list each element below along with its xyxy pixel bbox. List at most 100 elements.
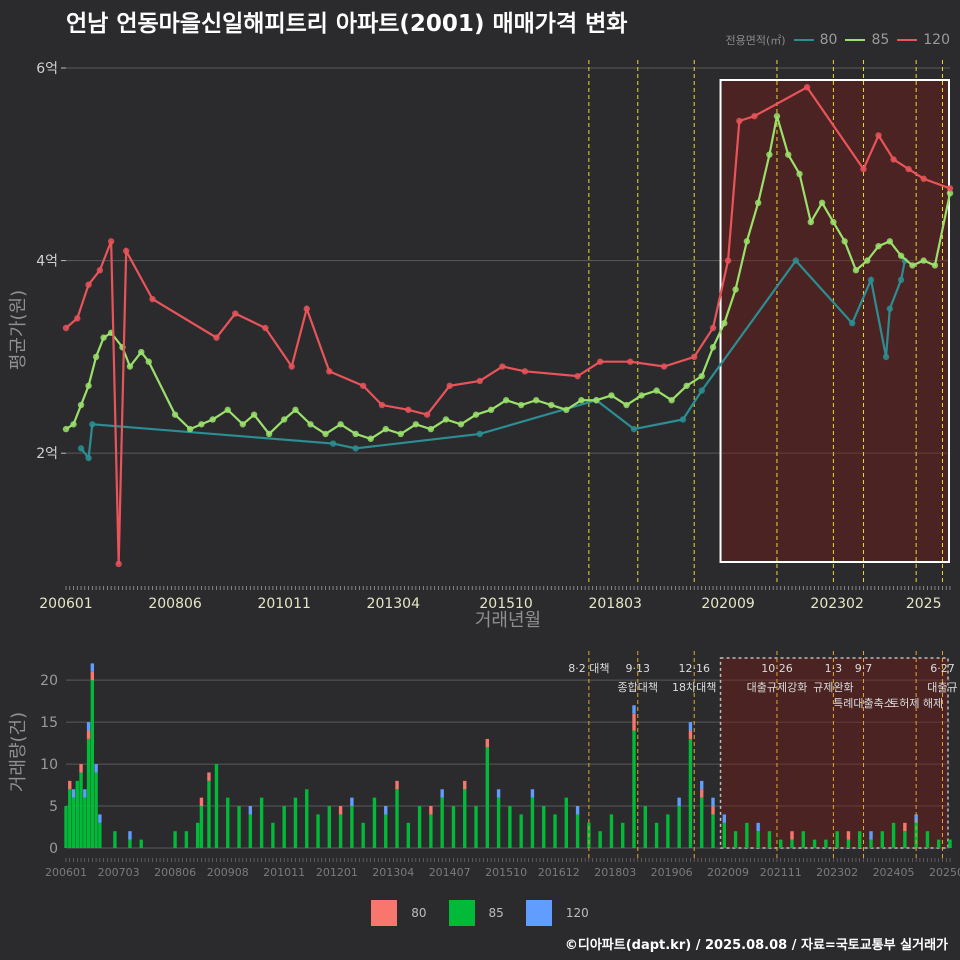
- bar-80-17: [207, 772, 211, 781]
- legend-bar-label-80: 80: [411, 906, 427, 920]
- bar-120-62: [711, 797, 715, 807]
- point-85-19: [280, 416, 288, 423]
- bar-120-59: [677, 797, 681, 807]
- bar-xtick-label-14: 202302: [816, 866, 858, 879]
- point-85-39: [578, 397, 585, 404]
- bar-85-13: [173, 831, 177, 848]
- bar-85-23: [271, 822, 275, 848]
- bar-120-63: [722, 814, 726, 823]
- bar-120-61: [700, 780, 704, 790]
- bar-80-62: [711, 806, 715, 815]
- point-80-9: [698, 387, 705, 394]
- bar-85-62: [711, 814, 715, 848]
- bar-85-36: [417, 806, 422, 848]
- point-120-8: [213, 334, 220, 341]
- bar-85-47: [542, 806, 546, 848]
- xtick-label-3: 201304: [367, 596, 421, 612]
- event-label-7: 6·27: [930, 662, 955, 675]
- bar-xtick-label-8: 201510: [485, 866, 527, 879]
- point-120-15: [378, 401, 386, 409]
- point-85-44: [653, 387, 660, 394]
- point-120-10: [262, 324, 269, 332]
- bar-85-37: [429, 814, 433, 848]
- bar-85-56: [643, 806, 647, 848]
- legend-bar-label-85: 85: [488, 906, 504, 920]
- bar-85-34: [395, 789, 399, 848]
- legend-bar-swatch-120: [525, 900, 552, 926]
- event-label-0: 8·2 대책: [568, 662, 609, 675]
- bar-85-67: [767, 831, 772, 848]
- bar-85-69: [790, 839, 794, 848]
- bar-85-19: [226, 797, 230, 848]
- bar-ytick-label-2: 10: [40, 757, 58, 773]
- point-85-12: [186, 425, 194, 433]
- bar-85-20: [237, 806, 241, 848]
- point-85-36: [533, 397, 540, 404]
- point-85-64: [886, 238, 894, 245]
- bar-80-7: [90, 671, 95, 681]
- bar-85-43: [496, 797, 501, 848]
- event-label-2: 12·16: [678, 662, 710, 675]
- point-120-31: [803, 84, 811, 91]
- legend-bar-swatch-85: [448, 900, 475, 926]
- bar-xtick-label-3: 200908: [207, 866, 249, 879]
- point-85-63: [875, 242, 882, 250]
- point-85-18: [265, 430, 273, 438]
- bar-85-78: [891, 822, 896, 848]
- chart-root: 언남 언동마을신일해피트리 아파트(2001) 매매가격 변화 전용면적(㎡) …: [0, 0, 960, 960]
- bar-ytick-label-4: 20: [40, 673, 58, 689]
- bar-xtick-label-0: 200601: [45, 866, 87, 879]
- bar-xtick-label-12: 202009: [707, 866, 749, 879]
- point-120-18: [446, 382, 453, 389]
- point-80-13: [882, 353, 890, 361]
- point-85-4: [92, 353, 100, 361]
- point-85-3: [85, 382, 92, 389]
- xtick-label-2: 201011: [257, 596, 310, 612]
- legend-bar-item-85: 85: [448, 900, 504, 926]
- bar-80-1: [68, 780, 72, 790]
- point-85-8: [126, 363, 134, 370]
- point-85-56: [796, 170, 803, 178]
- bar-85-3: [75, 780, 79, 848]
- point-120-7: [149, 295, 156, 303]
- point-85-53: [766, 151, 773, 158]
- bar-85-75: [858, 831, 862, 848]
- bar-85-33: [384, 814, 388, 848]
- point-120-36: [920, 175, 927, 182]
- event-label-3: 10·26: [761, 662, 793, 675]
- point-85-55: [785, 151, 792, 158]
- point-85-54: [773, 112, 781, 120]
- point-85-25: [367, 435, 374, 442]
- point-85-52: [754, 199, 762, 207]
- bar-80-61: [700, 789, 704, 798]
- bar-80-55: [632, 713, 636, 731]
- bar-85-70: [801, 831, 805, 848]
- bar-80-6: [86, 730, 91, 739]
- point-80-15: [897, 276, 905, 284]
- point-85-65: [897, 252, 905, 259]
- bar-xtick-label-2: 200806: [154, 866, 196, 879]
- bar-80-4: [79, 764, 83, 773]
- bar-120-38: [440, 789, 444, 798]
- bar-xtick-label-10: 201803: [594, 866, 636, 879]
- point-85-17: [250, 411, 258, 418]
- legend-bar-label-120: 120: [565, 906, 589, 920]
- bar-ytick-label-3: 15: [40, 715, 58, 731]
- point-120-0: [62, 324, 70, 332]
- bar-80-42: [485, 738, 490, 748]
- bar-85-7: [90, 680, 95, 848]
- xtick-label-5: 201803: [588, 596, 641, 612]
- bar-85-54: [621, 822, 625, 848]
- bar-80-74: [846, 831, 851, 840]
- point-85-13: [198, 421, 205, 428]
- bar-85-32: [372, 797, 377, 848]
- ytick-label-1: 4억: [36, 254, 58, 270]
- xtick-label-6: 202009: [701, 596, 754, 612]
- bar-85-27: [316, 814, 320, 848]
- point-85-9: [138, 348, 145, 356]
- bar-80-40: [463, 780, 467, 790]
- bar-120-6: [86, 722, 91, 731]
- point-120-25: [660, 363, 668, 370]
- point-120-1: [74, 315, 81, 322]
- xtick-label-7: 202302: [810, 596, 863, 612]
